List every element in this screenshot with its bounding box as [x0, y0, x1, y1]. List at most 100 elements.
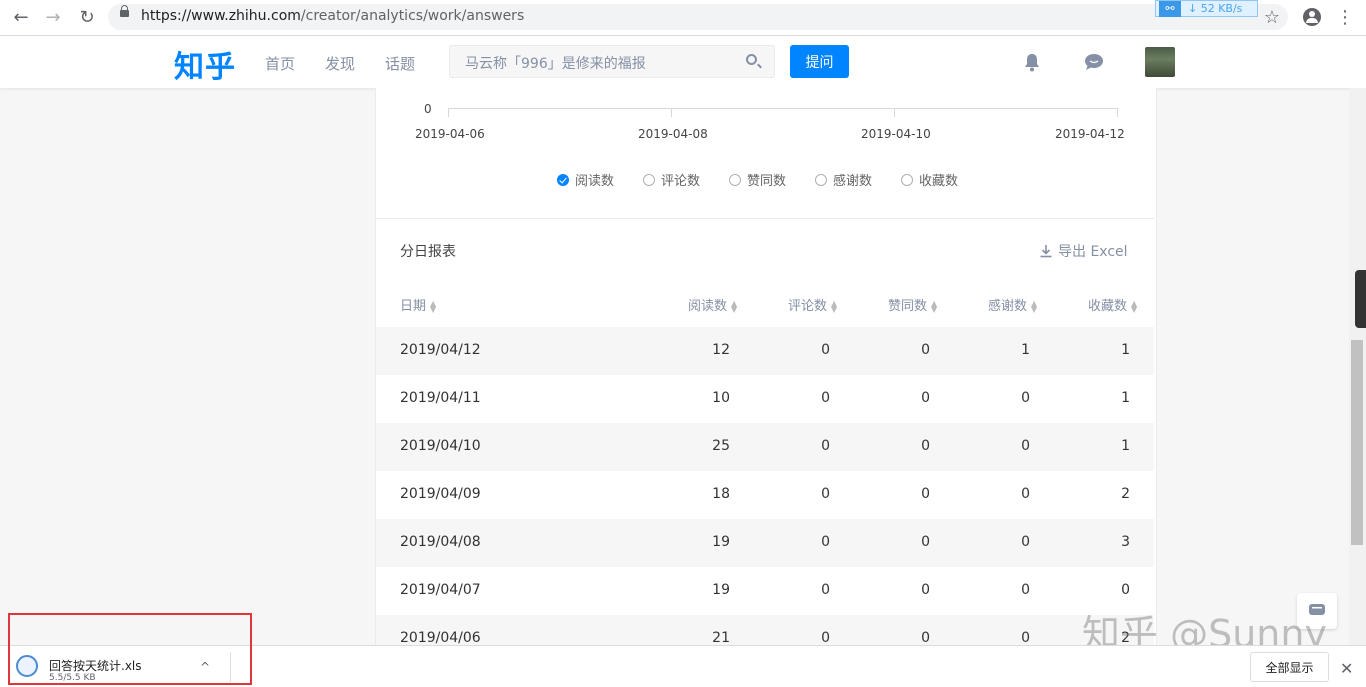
report-title: 分日报表 — [400, 244, 456, 260]
cell-reads: 19 — [712, 582, 730, 598]
cell-thanks: 0 — [1021, 486, 1030, 502]
x-axis-label: 2019-04-10 — [861, 127, 931, 141]
legend-favorites[interactable]: 收藏数 — [901, 170, 958, 189]
bookmark-star-icon[interactable]: ☆ — [1261, 6, 1283, 28]
column-header-date[interactable]: 日期 ▲ ▼ — [400, 295, 436, 314]
cell-comments: 0 — [821, 390, 830, 406]
cell-upvotes: 0 — [921, 534, 930, 550]
x-axis-label: 2019-04-06 — [415, 127, 485, 141]
checked-radio-icon — [557, 173, 569, 186]
export-excel-button[interactable]: 导出 Excel — [1040, 241, 1128, 261]
column-header-comments[interactable]: 评论数 ▲ ▼ — [788, 295, 837, 314]
column-header-label: 日期 — [400, 299, 427, 314]
radio-icon — [643, 173, 655, 186]
cell-comments: 0 — [821, 630, 830, 645]
radio-icon — [815, 173, 827, 186]
back-icon[interactable]: ← — [10, 6, 32, 28]
nav-topics[interactable]: 话题 — [385, 53, 415, 74]
lock-icon — [120, 5, 129, 17]
forward-icon[interactable]: → — [42, 6, 64, 28]
table-row: 2019/04/08 19 0 0 0 3 — [376, 519, 1154, 567]
url-text[interactable]: https://www.zhihu.com/creator/analytics/… — [141, 8, 524, 24]
profile-icon[interactable] — [1303, 8, 1321, 26]
legend-thanks[interactable]: 感谢数 — [815, 170, 872, 189]
search-icon[interactable] — [746, 54, 757, 65]
cell-favorites: 0 — [1121, 582, 1130, 598]
column-header-label: 赞同数 — [888, 299, 928, 314]
bell-icon[interactable] — [1022, 52, 1042, 72]
x-axis-tick — [1117, 109, 1118, 117]
nav-explore[interactable]: 发现 — [325, 53, 355, 74]
cell-date: 2019/04/12 — [400, 342, 481, 358]
cell-upvotes: 0 — [921, 486, 930, 502]
x-axis-line — [448, 108, 1118, 109]
table-row: 2019/04/10 25 0 0 0 1 — [376, 423, 1154, 471]
legend-label: 赞同数 — [747, 174, 787, 189]
avatar[interactable] — [1145, 47, 1175, 77]
cell-upvotes: 0 — [921, 390, 930, 406]
show-all-downloads-button[interactable]: 全部显示 — [1250, 652, 1329, 682]
cell-thanks: 0 — [1021, 582, 1030, 598]
cell-comments: 0 — [821, 534, 830, 550]
column-header-favorites[interactable]: 收藏数 ▲ ▼ — [1088, 295, 1137, 314]
export-label: 导出 Excel — [1058, 244, 1128, 260]
radio-icon — [901, 173, 913, 186]
url-host: https://www.zhihu.com — [141, 8, 301, 24]
cell-comments: 0 — [821, 582, 830, 598]
legend-upvotes[interactable]: 赞同数 — [729, 170, 786, 189]
highlight-box — [8, 613, 252, 685]
browser-menu-icon[interactable]: ⋮ — [1334, 6, 1356, 28]
side-panel-handle[interactable] — [1355, 270, 1366, 328]
cell-reads: 18 — [712, 486, 730, 502]
cell-favorites: 1 — [1121, 438, 1130, 454]
zhihu-logo[interactable]: 知乎 — [174, 42, 236, 86]
table-row: 2019/04/09 18 0 0 0 2 — [376, 471, 1154, 519]
section-divider — [376, 218, 1154, 219]
cell-date: 2019/04/09 — [400, 486, 481, 502]
cell-date: 2019/04/08 — [400, 534, 481, 550]
cell-thanks: 0 — [1021, 438, 1030, 454]
cell-comments: 0 — [821, 438, 830, 454]
cell-reads: 19 — [712, 534, 730, 550]
reload-icon[interactable]: ↻ — [76, 6, 98, 28]
column-header-label: 收藏数 — [1088, 299, 1128, 314]
table-row: 2019/04/07 19 0 0 0 0 — [376, 567, 1154, 615]
cell-upvotes: 0 — [921, 582, 930, 598]
cell-reads: 10 — [712, 390, 730, 406]
download-speed-badge[interactable]: ⚯ ↓ 52 KB/s — [1155, 0, 1258, 17]
cell-thanks: 0 — [1021, 390, 1030, 406]
table-row: 2019/04/11 10 0 0 0 1 — [376, 375, 1154, 423]
column-header-label: 阅读数 — [688, 299, 728, 314]
download-speed-value: 52 KB/s — [1200, 2, 1243, 15]
cell-thanks: 0 — [1021, 630, 1030, 645]
download-speed-text: ↓ 52 KB/s — [1188, 2, 1243, 15]
messages-icon[interactable] — [1083, 52, 1105, 72]
cell-comments: 0 — [821, 342, 830, 358]
cell-favorites: 2 — [1121, 486, 1130, 502]
sort-icon: ▲ ▼ — [430, 298, 437, 314]
legend-label: 评论数 — [661, 174, 701, 189]
legend-reads[interactable]: 阅读数 — [557, 170, 614, 189]
sort-icon: ▲ ▼ — [831, 298, 838, 314]
legend-label: 收藏数 — [919, 174, 959, 189]
scrollbar-thumb[interactable] — [1351, 340, 1363, 545]
column-header-upvotes[interactable]: 赞同数 ▲ ▼ — [888, 295, 937, 314]
column-header-label: 感谢数 — [988, 299, 1028, 314]
nav-home[interactable]: 首页 — [265, 53, 295, 74]
column-header-thanks[interactable]: 感谢数 ▲ ▼ — [988, 295, 1037, 314]
cell-date: 2019/04/11 — [400, 390, 481, 406]
url-path: /creator/analytics/work/answers — [300, 8, 525, 24]
cell-date: 2019/04/10 — [400, 438, 481, 454]
cell-comments: 0 — [821, 486, 830, 502]
legend-comments[interactable]: 评论数 — [643, 170, 700, 189]
sort-icon: ▲ ▼ — [1031, 298, 1038, 314]
x-axis-label: 2019-04-08 — [638, 127, 708, 141]
cell-upvotes: 0 — [921, 342, 930, 358]
x-axis-tick — [894, 109, 895, 117]
column-header-label: 评论数 — [788, 299, 828, 314]
close-icon[interactable]: ✕ — [1340, 659, 1353, 678]
radio-icon — [729, 173, 741, 186]
column-header-reads[interactable]: 阅读数 ▲ ▼ — [688, 295, 737, 314]
ask-button[interactable]: 提问 — [790, 45, 849, 78]
cell-reads: 21 — [712, 630, 730, 645]
